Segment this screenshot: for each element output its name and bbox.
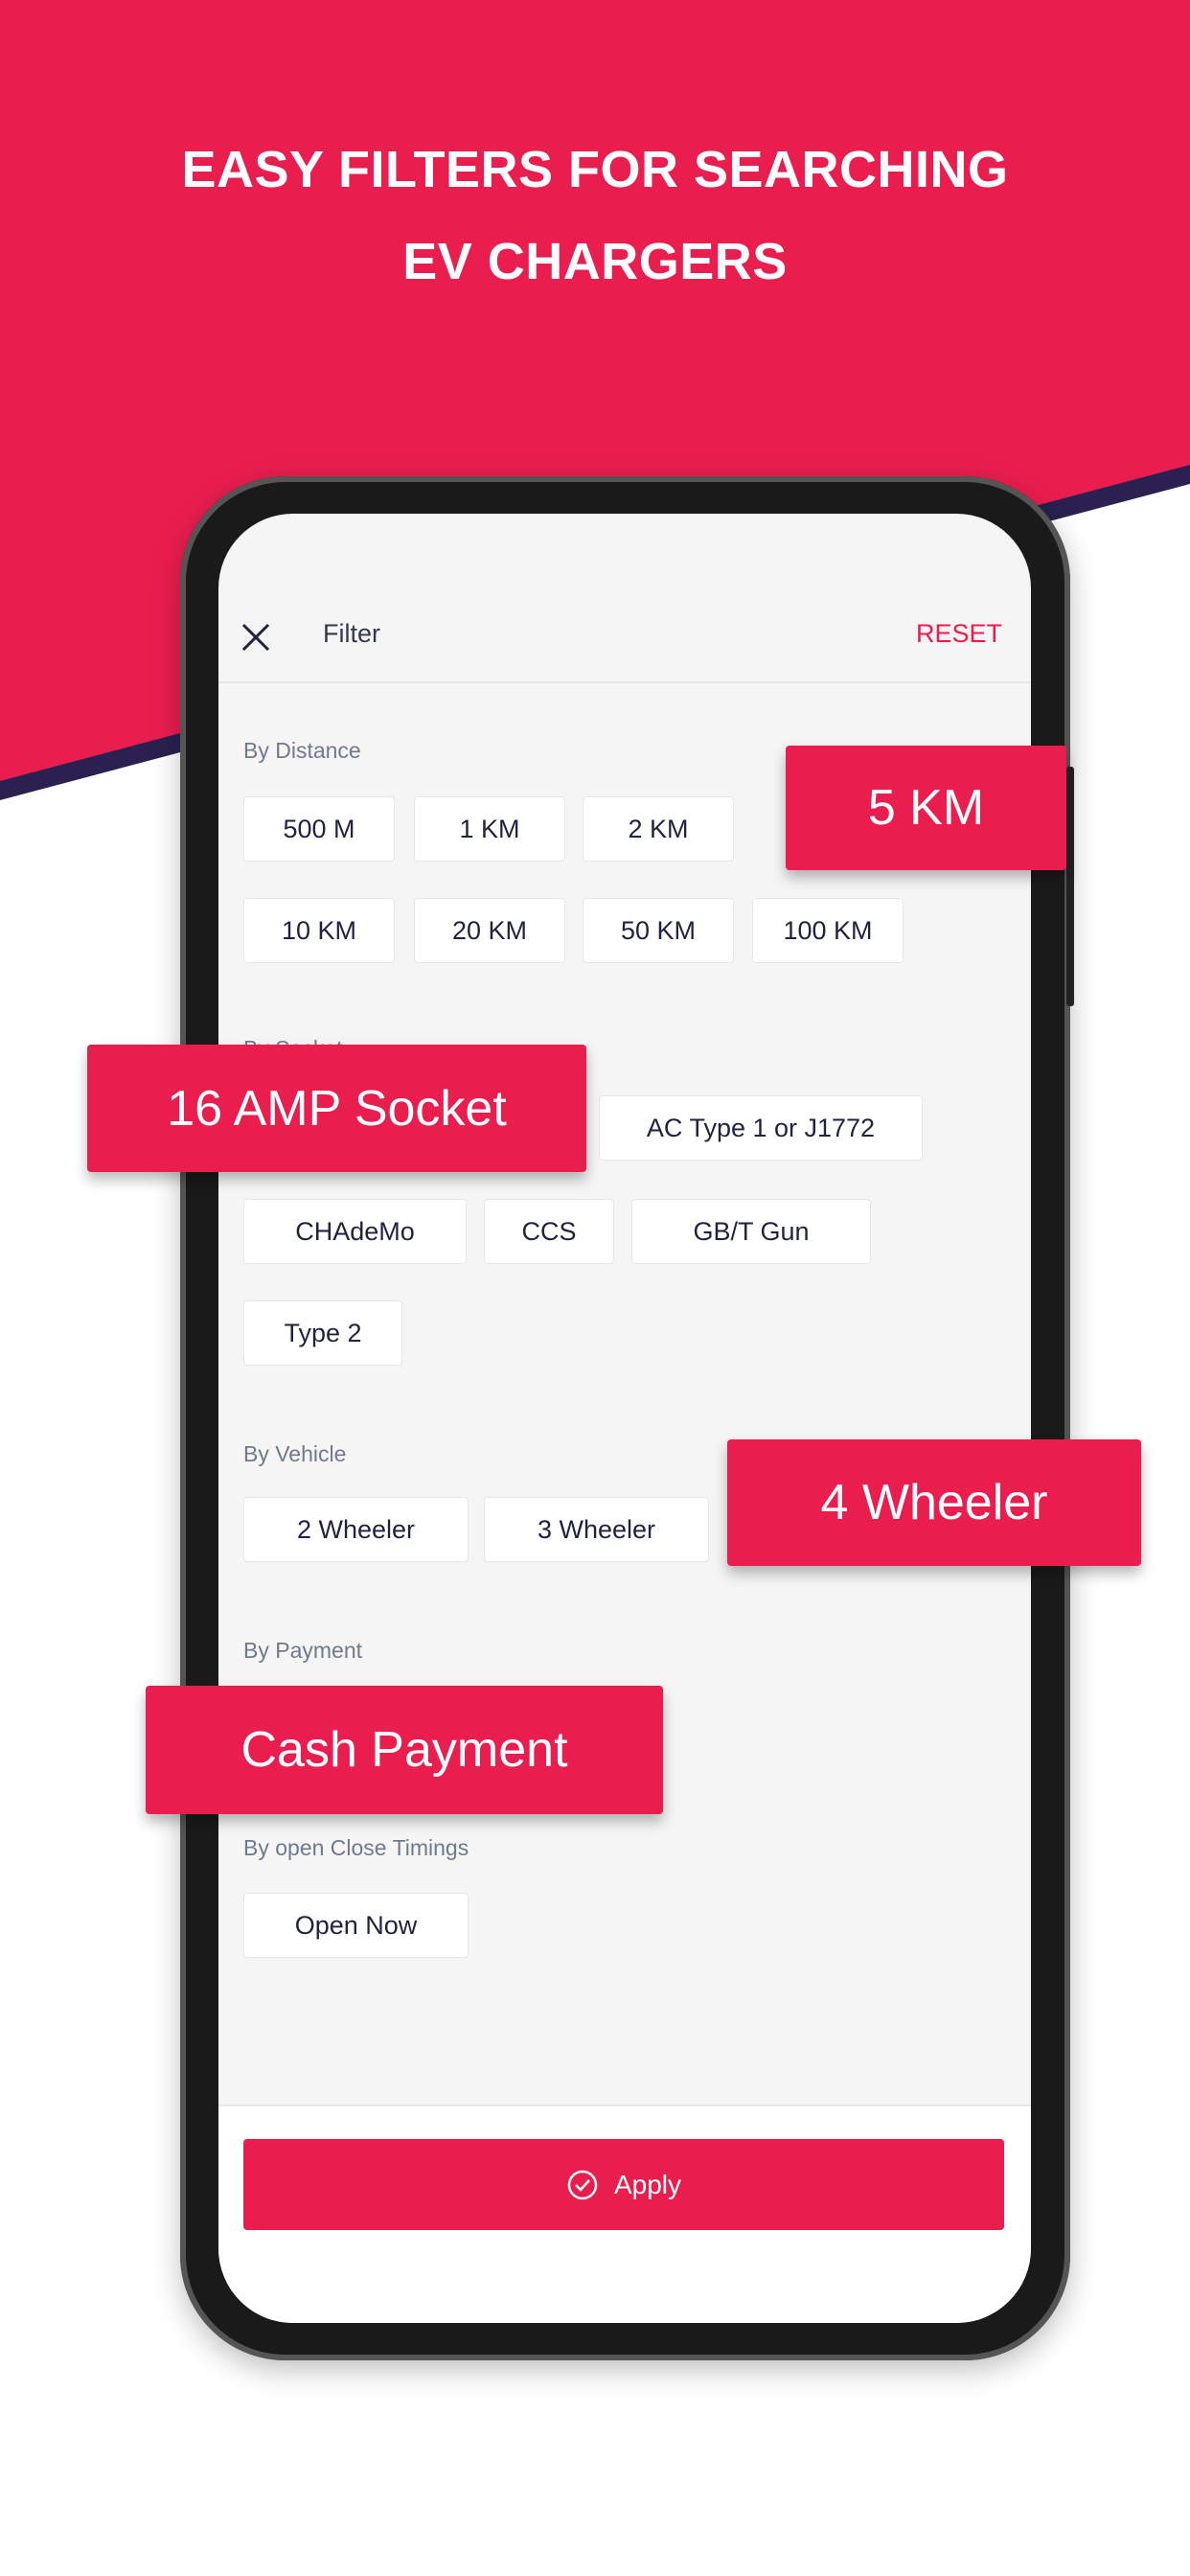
phone-side-button	[1066, 767, 1074, 1006]
headline-line2: EV CHARGERS	[402, 233, 788, 290]
headline-line1: EASY FILTERS FOR SEARCHING	[181, 141, 1009, 198]
callout-socket: 16 AMP Socket	[87, 1045, 586, 1172]
chip-distance[interactable]: 20 KM	[414, 898, 565, 963]
chip-socket[interactable]: Type 2	[243, 1300, 402, 1366]
chip-distance[interactable]: 10 KM	[243, 898, 395, 963]
reset-button[interactable]: RESET	[916, 619, 1002, 649]
section-label-vehicle: By Vehicle	[243, 1441, 347, 1466]
section-label-timings: By open Close Timings	[243, 1835, 469, 1860]
filter-title: Filter	[323, 619, 380, 648]
chip-distance[interactable]: 100 KM	[752, 898, 904, 963]
callout-distance: 5 KM	[786, 746, 1066, 870]
apply-label: Apply	[613, 2169, 682, 2199]
callout-payment: Cash Payment	[146, 1686, 663, 1814]
chip-vehicle[interactable]: 3 Wheeler	[484, 1497, 709, 1562]
chip-open-now[interactable]: Open Now	[243, 1893, 469, 1958]
apply-button[interactable]: Apply	[243, 2139, 1004, 2230]
check-circle-icon	[567, 2170, 598, 2199]
chip-socket[interactable]: AC Type 1 or J1772	[599, 1095, 923, 1161]
close-icon[interactable]	[240, 621, 272, 654]
chip-socket[interactable]: CHAdeMo	[243, 1199, 467, 1264]
chip-vehicle[interactable]: 2 Wheeler	[243, 1497, 469, 1562]
chip-distance[interactable]: 50 KM	[583, 898, 734, 963]
section-label-distance: By Distance	[243, 738, 361, 763]
section-label-payment: By Payment	[243, 1638, 362, 1663]
chip-socket[interactable]: CCS	[484, 1199, 614, 1264]
filter-header: Filter RESET	[218, 514, 1031, 683]
chip-distance[interactable]: 2 KM	[583, 796, 734, 862]
chip-distance[interactable]: 1 KM	[414, 796, 565, 862]
chip-socket[interactable]: GB/T Gun	[631, 1199, 871, 1264]
chip-distance[interactable]: 500 M	[243, 796, 395, 862]
callout-vehicle: 4 Wheeler	[727, 1439, 1141, 1566]
